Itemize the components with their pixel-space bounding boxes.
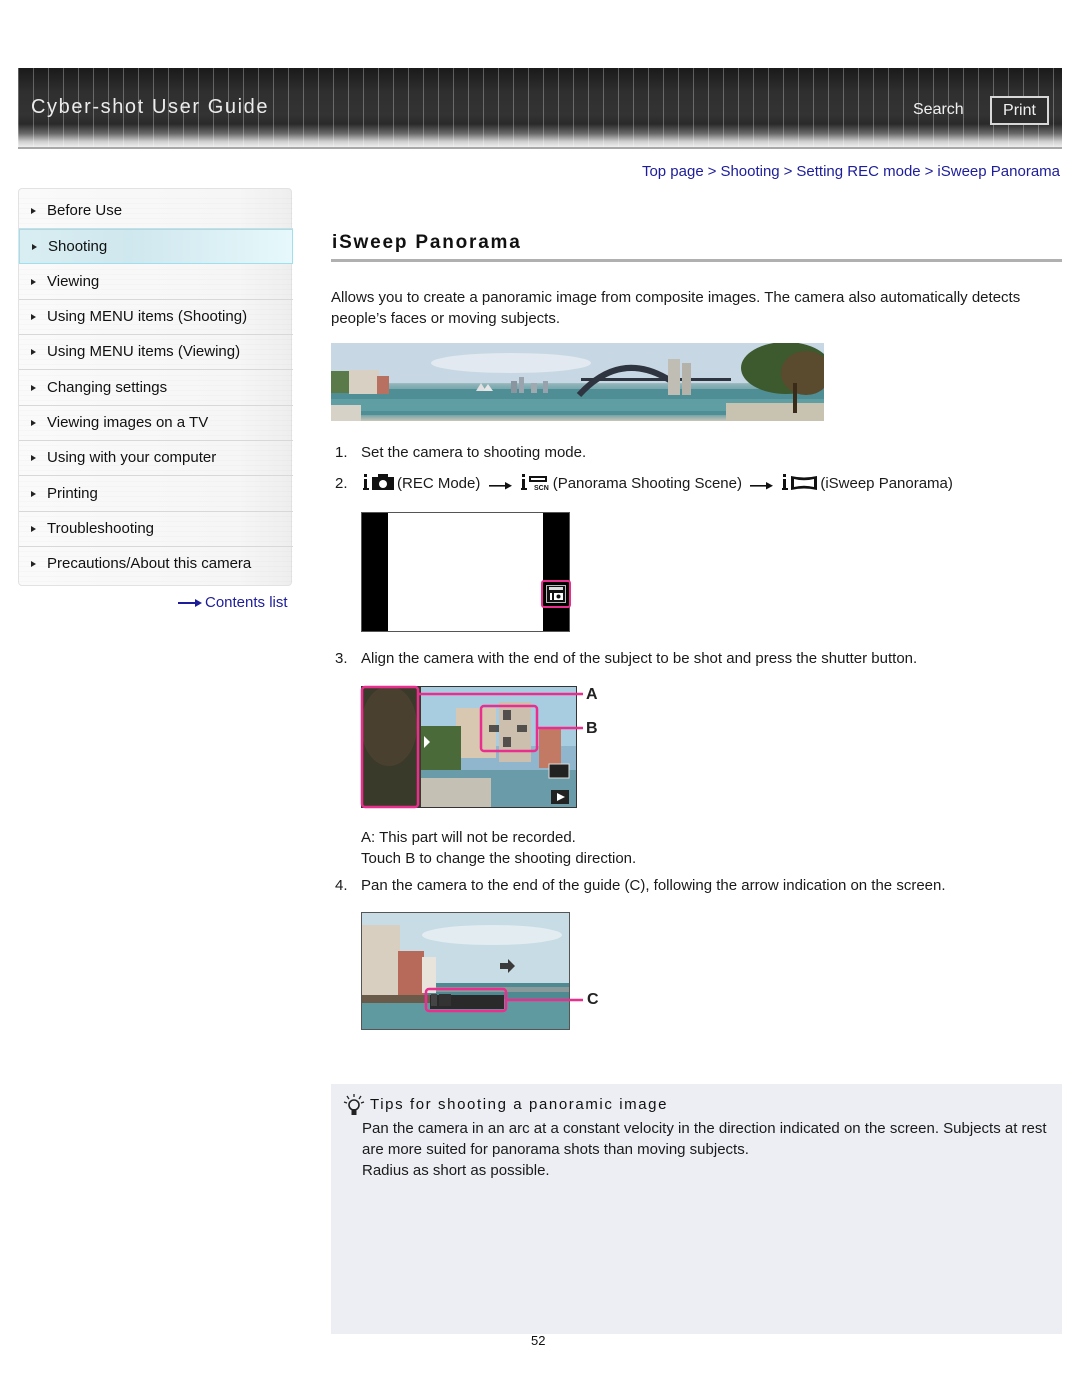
sidebar-item-label: Changing settings bbox=[47, 379, 168, 396]
screen-left-bar bbox=[362, 513, 388, 631]
callout-label-b: B bbox=[586, 720, 598, 737]
step-text: Set the camera to shooting mode. bbox=[361, 444, 587, 461]
rec-mode-icon bbox=[363, 474, 394, 490]
triangle-right-icon bbox=[31, 349, 36, 355]
sidebar-nav: Before Use Shooting Viewing Using MENU i… bbox=[18, 188, 293, 586]
page-number: 52 bbox=[531, 1333, 546, 1348]
step-text: Align the camera with the end of the sub… bbox=[361, 650, 918, 667]
camera-screen-rec-mode bbox=[361, 512, 571, 632]
sidebar-item-precautions[interactable]: Precautions/About this camera bbox=[19, 547, 293, 582]
sidebar-item-label: Using with your computer bbox=[47, 449, 217, 466]
callout-overlay bbox=[360, 685, 583, 809]
step-text: Pan the camera to the end of the guide (… bbox=[361, 877, 946, 894]
title-divider bbox=[331, 259, 1062, 262]
svg-text:SCN: SCN bbox=[534, 485, 549, 491]
breadcrumb-separator: > bbox=[783, 163, 793, 180]
step-number: 3. bbox=[335, 650, 348, 667]
sidebar-item-label: Precautions/About this camera bbox=[47, 555, 252, 572]
guide-c-highlight bbox=[424, 987, 508, 1013]
tips-body: Pan the camera in an arc at a constant v… bbox=[362, 1118, 1058, 1181]
sidebar-item-label: Using MENU items (Shooting) bbox=[47, 308, 248, 325]
step-2-isweep-label: (iSweep Panorama) bbox=[820, 475, 953, 492]
lightbulb-hint-icon bbox=[343, 1094, 365, 1115]
callout-c-overlay bbox=[424, 987, 583, 1013]
note-touch-b: Touch B to change the shooting direction… bbox=[361, 850, 637, 867]
app-title: Cyber-shot User Guide bbox=[31, 96, 270, 118]
contents-list-link[interactable]: Contents list bbox=[178, 594, 288, 611]
sidebar-item-label: Using MENU items (Viewing) bbox=[47, 343, 241, 360]
region-a-highlight bbox=[360, 685, 420, 809]
sidebar-item-tv[interactable]: Viewing images on a TV bbox=[19, 406, 293, 441]
triangle-right-icon bbox=[31, 455, 36, 461]
screen-right-bar bbox=[543, 513, 569, 631]
sidebar-item-printing[interactable]: Printing bbox=[19, 477, 293, 512]
tips-title: Tips for shooting a panoramic image bbox=[370, 1096, 669, 1113]
note-a: A: This part will not be recorded. bbox=[361, 829, 576, 846]
sidebar-item-label: Troubleshooting bbox=[47, 520, 155, 537]
header-divider bbox=[18, 147, 1062, 149]
step-2-rec-mode-label: (REC Mode) bbox=[397, 475, 481, 492]
triangle-right-icon bbox=[31, 208, 36, 214]
step-number: 2. bbox=[335, 475, 348, 492]
triangle-right-icon bbox=[31, 561, 36, 567]
arrow-right-icon bbox=[488, 482, 512, 490]
arrow-right-icon bbox=[750, 482, 774, 490]
triangle-right-icon bbox=[31, 279, 36, 285]
breadcrumb: Top page > Shooting > Setting REC mode > iSwee… bbox=[642, 163, 1060, 180]
step-number: 4. bbox=[335, 877, 348, 894]
callout-label-c: C bbox=[587, 991, 599, 1008]
page-title: iSweep Panorama bbox=[332, 232, 522, 253]
triangle-right-icon bbox=[31, 491, 36, 497]
step-1: 1. Set the camera to shooting mode. bbox=[335, 444, 586, 461]
triangle-right-icon bbox=[32, 244, 37, 250]
highlight-box bbox=[541, 580, 571, 608]
tips-paragraph: Pan the camera in an arc at a constant v… bbox=[362, 1120, 1047, 1158]
callout-label-a: A bbox=[586, 686, 598, 703]
triangle-right-icon bbox=[31, 314, 36, 320]
print-button[interactable]: Print bbox=[990, 96, 1049, 125]
intro-paragraph: Allows you to create a panoramic image f… bbox=[331, 289, 1021, 327]
triangle-right-icon bbox=[31, 526, 36, 532]
triangle-right-icon bbox=[31, 420, 36, 426]
panorama-example-image bbox=[331, 343, 824, 421]
arrow-right-icon bbox=[178, 599, 202, 608]
sidebar-item-menu-shooting[interactable]: Using MENU items (Shooting) bbox=[19, 300, 293, 335]
contents-list-label: Contents list bbox=[205, 594, 288, 611]
search-link[interactable]: Search bbox=[913, 101, 964, 119]
sidebar-item-label: Viewing images on a TV bbox=[47, 414, 209, 431]
breadcrumb-separator: > bbox=[924, 163, 934, 180]
breadcrumb-separator: > bbox=[707, 163, 717, 180]
sidebar-item-label: Before Use bbox=[47, 202, 123, 219]
sidebar-item-viewing[interactable]: Viewing bbox=[19, 265, 293, 300]
sidebar-item-label: Viewing bbox=[47, 273, 100, 290]
step-number: 1. bbox=[335, 444, 348, 461]
sidebar-item-menu-viewing[interactable]: Using MENU items (Viewing) bbox=[19, 335, 293, 370]
sidebar-item-shooting[interactable]: Shooting bbox=[19, 229, 293, 264]
sydney-harbour-panorama bbox=[331, 343, 824, 421]
breadcrumb-top-page[interactable]: Top page bbox=[642, 163, 704, 180]
step-2: 2. (REC Mode) SCN (Panorama Shooting Sce… bbox=[335, 473, 953, 492]
tips-box: Tips for shooting a panoramic image Pan … bbox=[331, 1084, 1062, 1334]
sidebar-item-changing-settings[interactable]: Changing settings bbox=[19, 371, 293, 406]
sidebar-item-computer[interactable]: Using with your computer bbox=[19, 441, 293, 476]
tips-paragraph: Radius as short as possible. bbox=[362, 1162, 550, 1179]
step-2-panorama-scene-label: (Panorama Shooting Scene) bbox=[552, 475, 742, 492]
step-3: 3. Align the camera with the end of the s… bbox=[335, 650, 917, 667]
sidebar-item-label: Shooting bbox=[48, 238, 108, 255]
sidebar-item-before-use[interactable]: Before Use bbox=[19, 194, 293, 229]
step-4: 4. Pan the camera to the end of the guide… bbox=[335, 877, 946, 894]
isweep-panorama-icon bbox=[782, 474, 818, 490]
sidebar-item-label: Printing bbox=[47, 485, 98, 502]
breadcrumb-setting-rec-mode[interactable]: Setting REC mode bbox=[796, 163, 920, 180]
panorama-scene-icon: SCN bbox=[520, 474, 549, 491]
breadcrumb-current[interactable]: iSweep Panorama bbox=[937, 163, 1060, 180]
breadcrumb-shooting[interactable]: Shooting bbox=[720, 163, 779, 180]
sidebar-item-troubleshooting[interactable]: Troubleshooting bbox=[19, 512, 293, 547]
triangle-right-icon bbox=[31, 385, 36, 391]
